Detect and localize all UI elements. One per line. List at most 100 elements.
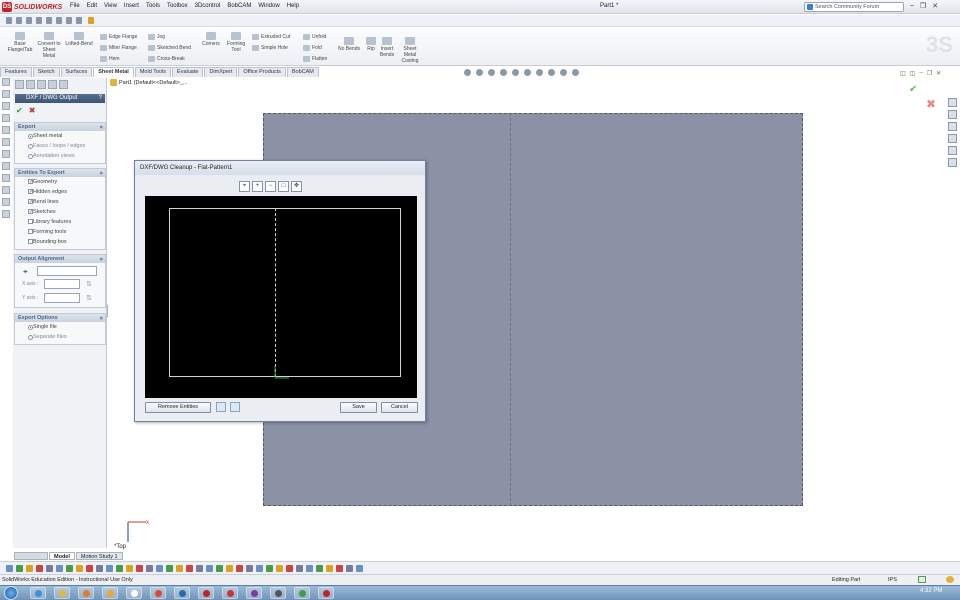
strip-tool-icon[interactable] (2, 198, 10, 206)
command-tool-icon[interactable] (96, 565, 103, 572)
taskbar-doc[interactable] (126, 587, 142, 599)
command-tool-icon[interactable] (156, 565, 163, 572)
alignment-origin-field[interactable] (37, 266, 97, 276)
new-icon[interactable] (6, 17, 12, 24)
status-icon[interactable] (918, 576, 926, 583)
view-settings-icon[interactable] (572, 69, 579, 76)
tile-alt-icon[interactable]: ◫ (910, 70, 916, 77)
command-tool-icon[interactable] (26, 565, 33, 572)
zoom-in-icon[interactable]: + (252, 181, 263, 192)
undo-icon[interactable] (46, 17, 52, 24)
command-tool-icon[interactable] (46, 565, 53, 572)
confirm-check-icon[interactable]: ✔ (909, 84, 917, 95)
menu-edit[interactable]: Edit (87, 3, 97, 9)
strip-tool-icon[interactable] (2, 162, 10, 170)
restore-icon[interactable]: ❐ (920, 2, 926, 10)
command-tool-icon[interactable] (76, 565, 83, 572)
tab-sheet-metal[interactable]: Sheet Metal (93, 67, 134, 77)
taskbar-app5[interactable] (294, 587, 310, 599)
taskbar-app4[interactable] (270, 587, 286, 599)
configuration-manager-icon[interactable] (37, 80, 46, 89)
confirm-cancel-icon[interactable]: ✖ (926, 97, 936, 111)
tab-mold-tools[interactable]: Mold Tools (134, 67, 172, 77)
x-axis-field[interactable] (44, 279, 80, 289)
flatten-button[interactable]: Flatten (303, 54, 327, 63)
command-tool-icon[interactable] (266, 565, 273, 572)
command-tool-icon[interactable] (166, 565, 173, 572)
forming-tool-button[interactable]: Forming Tool (224, 32, 248, 53)
remove-entities-button[interactable]: Remove Entities (145, 402, 211, 413)
strip-tool-icon[interactable] (2, 210, 10, 218)
command-tool-icon[interactable] (16, 565, 23, 572)
viewport-close-icon[interactable]: ✕ (936, 70, 941, 77)
redo-icon[interactable] (230, 402, 240, 412)
taskbar-app[interactable] (102, 587, 118, 599)
menu-toolbox[interactable]: Toolbox (167, 3, 188, 9)
zoom-fit-icon[interactable] (464, 69, 471, 76)
taskbar-solidworks[interactable] (198, 587, 214, 599)
strip-tool-icon[interactable] (2, 150, 10, 158)
menu-tools[interactable]: Tools (146, 3, 160, 9)
tile-icon[interactable]: ◫ (900, 70, 906, 77)
command-tool-icon[interactable] (6, 565, 13, 572)
tab-surfaces[interactable]: Surfaces (60, 67, 93, 77)
design-library-icon[interactable] (948, 110, 957, 119)
radio-faces-loops-edges[interactable]: Faces / loops / edges (15, 141, 105, 151)
lofted-bend-button[interactable]: Lofted-Bend (62, 32, 96, 47)
edge-flange-button[interactable]: Edge Flange (100, 32, 137, 41)
tab-nav-arrows[interactable] (14, 552, 48, 560)
no-bends-button[interactable]: No Bends (336, 37, 362, 52)
zoom-fit-icon[interactable]: ⌖ (239, 181, 250, 192)
start-button[interactable] (4, 586, 18, 600)
taskbar-explorer[interactable] (54, 587, 70, 599)
command-tool-icon[interactable] (276, 565, 283, 572)
command-tool-icon[interactable] (136, 565, 143, 572)
strip-tool-icon[interactable] (2, 102, 10, 110)
view-palette-icon[interactable] (948, 134, 957, 143)
checkbox-geometry[interactable]: ✓ Geometry (15, 177, 105, 187)
jog-button[interactable]: Jog (148, 32, 165, 41)
command-tool-icon[interactable] (236, 565, 243, 572)
units-selector[interactable]: IPS (888, 575, 897, 585)
zoom-out-icon[interactable]: − (265, 181, 276, 192)
insert-bends-button[interactable]: Insert Bends (378, 37, 396, 58)
tab-office-products[interactable]: Office Products (238, 67, 286, 77)
command-tool-icon[interactable] (336, 565, 343, 572)
ok-button[interactable]: ✔ (16, 106, 23, 115)
command-tool-icon[interactable] (126, 565, 133, 572)
close-icon[interactable]: ✕ (932, 2, 938, 10)
lightbulb-icon[interactable] (88, 17, 94, 24)
menu-3dcontrol[interactable]: 3Dcontrol (195, 3, 221, 9)
radio-single-file[interactable]: Single file (15, 322, 105, 332)
command-tool-icon[interactable] (226, 565, 233, 572)
command-tool-icon[interactable] (346, 565, 353, 572)
command-tool-icon[interactable] (246, 565, 253, 572)
group-header[interactable]: Export (15, 123, 105, 131)
flip-x-icon[interactable]: ⇅ (86, 280, 92, 288)
previous-view-icon[interactable] (488, 69, 495, 76)
corners-button[interactable]: Corners (200, 32, 222, 47)
tab-model[interactable]: Model (49, 552, 75, 560)
tab-motion-study[interactable]: Motion Study 1 (75, 552, 123, 560)
property-manager-icon[interactable] (26, 80, 35, 89)
sketched-bend-button[interactable]: Sketched Bend (148, 43, 191, 52)
dimxpert-manager-icon[interactable] (48, 80, 57, 89)
command-tool-icon[interactable] (176, 565, 183, 572)
help-status-icon[interactable] (946, 576, 954, 583)
strip-tool-icon[interactable] (2, 186, 10, 194)
command-tool-icon[interactable] (146, 565, 153, 572)
radio-annotation-views[interactable]: Annotation views (15, 151, 105, 161)
group-header[interactable]: Entities To Export (15, 169, 105, 177)
rip-button[interactable]: Rip (364, 37, 378, 52)
taskbar-app3[interactable] (222, 587, 238, 599)
rebuild-icon[interactable] (66, 17, 72, 24)
tab-evaluate[interactable]: Evaluate (172, 67, 204, 77)
cross-break-button[interactable]: Cross-Break (148, 54, 185, 63)
edit-appearance-icon[interactable] (548, 69, 555, 76)
display-style-icon[interactable] (524, 69, 531, 76)
command-tool-icon[interactable] (196, 565, 203, 572)
taskbar-media[interactable] (78, 587, 94, 599)
strip-tool-icon[interactable] (2, 90, 10, 98)
taskbar-chrome[interactable] (150, 587, 166, 599)
minimize-icon[interactable]: – (910, 2, 914, 10)
